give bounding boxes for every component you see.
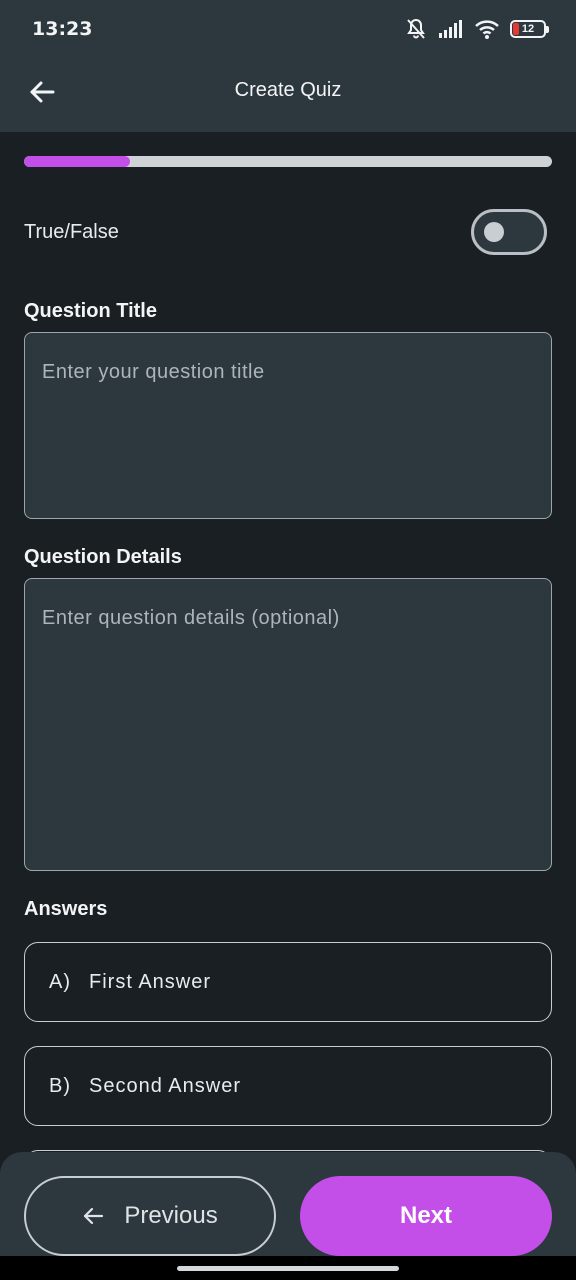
question-details-placeholder: Enter question details (optional) xyxy=(42,607,340,629)
status-icons: 12 xyxy=(404,16,549,42)
home-indicator[interactable] xyxy=(177,1266,399,1271)
answer-text: Second Answer xyxy=(89,1074,241,1097)
signal-icon xyxy=(439,20,462,38)
bell-muted-icon xyxy=(407,18,425,39)
answer-text: First Answer xyxy=(89,970,212,993)
battery-icon: 12 xyxy=(510,20,549,38)
toggle-knob xyxy=(484,222,504,242)
progress-bar xyxy=(24,156,552,167)
progress-fill xyxy=(24,156,130,167)
top-app-bar: 13:23 12 Create Quiz xyxy=(0,0,576,132)
battery-level: 12 xyxy=(521,23,535,35)
answer-item-b[interactable]: B) Second Answer xyxy=(24,1046,552,1126)
answer-item-a[interactable]: A) First Answer xyxy=(24,942,552,1022)
next-button-label: Next xyxy=(399,1202,453,1229)
wifi-icon xyxy=(475,20,499,39)
question-details-label: Question Details xyxy=(24,546,182,568)
true-false-label: True/False xyxy=(24,221,119,243)
page-title: Create Quiz xyxy=(234,79,342,101)
previous-button[interactable]: Previous xyxy=(24,1176,276,1256)
question-title-input[interactable]: Enter your question title xyxy=(24,332,552,519)
next-button[interactable]: Next xyxy=(300,1176,552,1256)
answer-letter: A) xyxy=(49,970,71,993)
answers-label: Answers xyxy=(24,898,108,920)
arrow-left-icon xyxy=(84,1207,104,1225)
true-false-toggle[interactable] xyxy=(471,209,547,255)
question-details-input[interactable]: Enter question details (optional) xyxy=(24,578,552,871)
previous-button-label: Previous xyxy=(124,1202,218,1229)
question-title-label: Question Title xyxy=(24,300,157,322)
answer-letter: B) xyxy=(49,1074,71,1097)
status-time: 13:23 xyxy=(32,18,93,40)
question-title-placeholder: Enter your question title xyxy=(42,361,265,383)
